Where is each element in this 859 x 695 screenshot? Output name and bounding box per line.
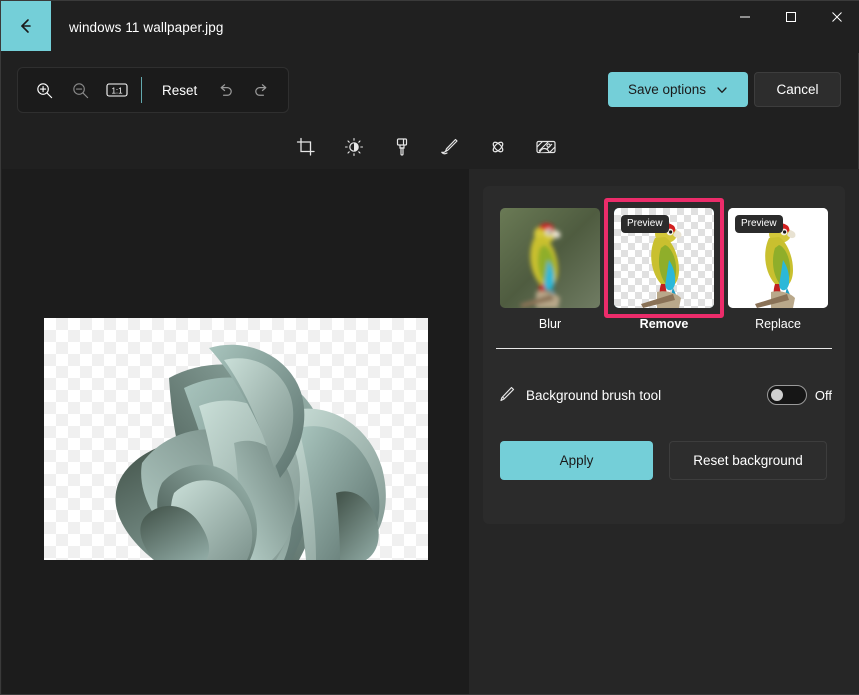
tab-erase[interactable] bbox=[481, 130, 515, 164]
background-option-blur[interactable]: Blur bbox=[500, 208, 600, 331]
edited-image-preview bbox=[44, 318, 428, 560]
one-to-one-icon: 1:1 bbox=[106, 83, 128, 97]
minimize-button[interactable] bbox=[722, 1, 768, 33]
edit-tool-tabs bbox=[289, 127, 563, 174]
thumbnail-blur[interactable] bbox=[500, 208, 600, 308]
thumbnail-replace[interactable]: Preview bbox=[728, 208, 828, 308]
maximize-icon bbox=[786, 12, 796, 22]
spot-fix-icon bbox=[492, 141, 504, 153]
background-option-label-remove: Remove bbox=[639, 317, 689, 331]
thumbnail-remove[interactable]: Preview bbox=[614, 208, 714, 308]
preview-badge-replace: Preview bbox=[735, 215, 783, 233]
photos-editor-window: windows 11 wallpaper.jpg 1:1 Reset Save … bbox=[0, 0, 859, 695]
window-controls bbox=[722, 1, 859, 53]
brush-toggle-area: Off bbox=[766, 385, 832, 405]
tab-background[interactable] bbox=[529, 130, 563, 174]
pen-markup-icon bbox=[441, 138, 458, 155]
undo-icon bbox=[220, 83, 232, 96]
background-option-label-blur: Blur bbox=[538, 317, 562, 331]
background-settings-card: Blur Preview Remove Preview Replace Back… bbox=[483, 186, 845, 524]
reset-button[interactable]: Reset bbox=[152, 73, 207, 107]
reset-background-button[interactable]: Reset background bbox=[669, 441, 827, 480]
background-brush-label: Background brush tool bbox=[526, 387, 662, 403]
brush-icon bbox=[496, 385, 522, 405]
toolbar-separator bbox=[141, 77, 143, 103]
image-canvas-area[interactable] bbox=[2, 169, 469, 694]
actual-size-button[interactable]: 1:1 bbox=[99, 73, 135, 107]
cancel-button[interactable]: Cancel bbox=[754, 72, 841, 107]
tab-filter[interactable] bbox=[385, 130, 419, 164]
svg-text:1:1: 1:1 bbox=[111, 87, 123, 96]
zoom-out-icon bbox=[73, 82, 89, 98]
undo-button[interactable] bbox=[207, 73, 243, 107]
chevron-down-icon bbox=[717, 86, 727, 93]
toggle-state-label: Off bbox=[814, 387, 832, 403]
paintbrush-icon bbox=[396, 138, 408, 156]
paint-brush-glyph-icon bbox=[500, 386, 515, 402]
tab-markup[interactable] bbox=[433, 130, 467, 164]
close-button[interactable] bbox=[814, 1, 859, 33]
tab-crop[interactable] bbox=[289, 130, 323, 164]
save-options-button[interactable]: Save options bbox=[608, 72, 748, 107]
background-option-label-replace: Replace bbox=[755, 317, 801, 331]
tab-adjustment[interactable] bbox=[337, 130, 371, 164]
redo-icon bbox=[255, 83, 267, 96]
apply-button[interactable]: Apply bbox=[500, 441, 653, 480]
background-options-panel: Blur Preview Remove Preview Replace Back… bbox=[469, 169, 859, 694]
background-option-remove[interactable]: Preview Remove bbox=[604, 198, 724, 331]
minimize-icon bbox=[740, 16, 750, 18]
back-button[interactable] bbox=[1, 1, 51, 51]
zoom-out-button[interactable] bbox=[62, 73, 98, 107]
bloom-wallpaper-graphic bbox=[115, 344, 386, 560]
zoom-in-button[interactable] bbox=[26, 73, 62, 107]
document-title: windows 11 wallpaper.jpg bbox=[69, 19, 224, 35]
parrot-blur-thumbnail bbox=[500, 208, 600, 308]
background-option-list: Blur Preview Remove Preview Replace bbox=[500, 198, 828, 331]
close-icon bbox=[832, 12, 842, 22]
panel-divider bbox=[496, 348, 832, 349]
back-arrow-icon bbox=[21, 19, 31, 33]
background-brush-row: Background brush tool Off bbox=[496, 378, 832, 412]
crop-icon bbox=[296, 137, 315, 156]
background-brush-toggle[interactable] bbox=[766, 385, 807, 405]
title-bar: windows 11 wallpaper.jpg bbox=[1, 1, 859, 53]
toggle-knob bbox=[770, 389, 783, 401]
background-action-buttons: Apply Reset background bbox=[500, 441, 827, 480]
save-options-label: Save options bbox=[627, 82, 707, 97]
maximize-button[interactable] bbox=[768, 1, 814, 33]
zoom-in-icon bbox=[36, 82, 52, 98]
background-tool-icon bbox=[536, 140, 556, 154]
brightness-icon bbox=[344, 137, 364, 157]
redo-button[interactable] bbox=[244, 73, 280, 107]
preview-badge-remove: Preview bbox=[621, 215, 669, 233]
view-toolbar: 1:1 Reset bbox=[17, 67, 289, 113]
background-option-replace[interactable]: Preview Replace bbox=[728, 208, 828, 331]
